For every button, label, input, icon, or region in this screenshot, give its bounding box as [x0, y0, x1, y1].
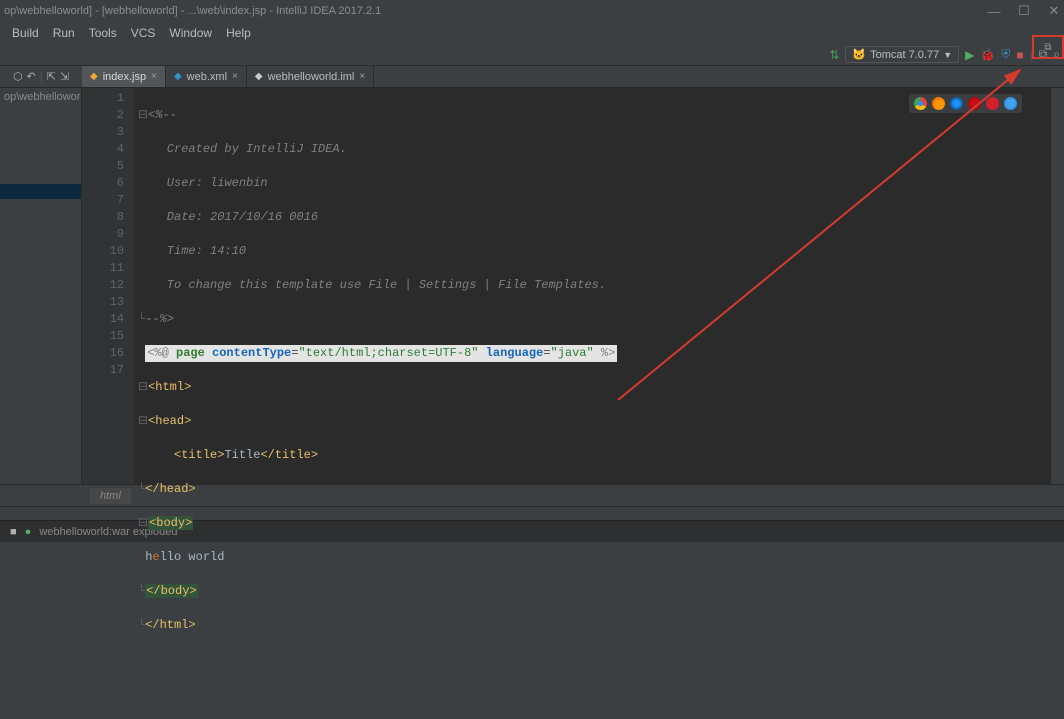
yandex-icon[interactable]: [986, 97, 999, 110]
tab-label: index.jsp: [103, 71, 146, 83]
menu-run[interactable]: Run: [47, 24, 81, 42]
chevron-down-icon: ▼: [943, 50, 952, 60]
open-in-browser-icons: [909, 94, 1022, 113]
run-action-icons: ▶ 🐞 ⛨ ■: [965, 47, 1023, 62]
close-tab-icon[interactable]: ×: [359, 71, 365, 82]
menu-vcs[interactable]: VCS: [125, 24, 162, 42]
debug-button-icon[interactable]: 🐞: [980, 48, 995, 62]
main-area: op\webhelloworld 1 2 3 4 5 6 7 8 9 10 11…: [0, 88, 1064, 484]
right-gutter[interactable]: [1050, 88, 1064, 484]
project-selected-item[interactable]: [0, 184, 81, 199]
close-tab-icon[interactable]: ×: [151, 71, 157, 82]
safari-icon[interactable]: [950, 97, 963, 110]
menu-window[interactable]: Window: [163, 24, 218, 42]
line-number-gutter: 1 2 3 4 5 6 7 8 9 10 11 12 13 14 15 16 1…: [82, 88, 134, 484]
jsp-file-icon: ◆: [90, 71, 98, 82]
tab-web-xml[interactable]: ◆ web.xml ×: [166, 66, 247, 87]
project-path-label: op\webhelloworld: [0, 90, 81, 104]
menu-tools[interactable]: Tools: [83, 24, 123, 42]
close-tab-icon[interactable]: ×: [232, 71, 238, 82]
edge-icon[interactable]: [1004, 97, 1017, 110]
firefox-icon[interactable]: [932, 97, 945, 110]
title-bar: op\webhelloworld] - [webhelloworld] - ..…: [0, 0, 1064, 22]
tab-index-jsp[interactable]: ◆ index.jsp ×: [82, 66, 166, 87]
coverage-button-icon[interactable]: ⛨: [1001, 47, 1010, 62]
editor-tabs: ⬡ ↶ | ⇱ ⇲ ◆ index.jsp × ◆ web.xml × ◆ we…: [0, 66, 1064, 88]
project-panel[interactable]: op\webhelloworld: [0, 88, 82, 484]
maximize-button[interactable]: ☐: [1018, 5, 1030, 17]
tab-iml[interactable]: ◆ webhelloworld.iml ×: [247, 66, 374, 87]
left-toolbar-icons: ⬡ ↶ | ⇱ ⇲: [0, 66, 82, 87]
close-button[interactable]: ✕: [1048, 5, 1060, 17]
run-config-label: Tomcat 7.0.77: [870, 49, 939, 61]
opera-icon[interactable]: [968, 97, 981, 110]
toolbar: ⇅ 🐱 Tomcat 7.0.77 ▼ ▶ 🐞 ⛨ ■ | ⧉ ⌕: [0, 44, 1064, 66]
minimize-button[interactable]: —: [988, 5, 1000, 17]
code-content[interactable]: ⊟<%-- Created by IntelliJ IDEA. User: li…: [134, 88, 1050, 484]
menu-build[interactable]: Build: [6, 24, 45, 42]
nav-back-icon[interactable]: ↶: [27, 70, 36, 83]
menu-bar: Build Run Tools VCS Window Help: [0, 22, 1064, 44]
code-editor[interactable]: 1 2 3 4 5 6 7 8 9 10 11 12 13 14 15 16 1…: [82, 88, 1064, 484]
xml-file-icon: ◆: [174, 71, 182, 82]
breadcrumb-item[interactable]: html: [90, 488, 131, 504]
annotation-highlight-box: ⧉: [1032, 35, 1064, 59]
window-title: op\webhelloworld] - [webhelloworld] - ..…: [4, 5, 988, 17]
run-button-icon[interactable]: ▶: [965, 48, 974, 62]
expand-icon[interactable]: ⇱: [47, 70, 56, 83]
stop-button-icon[interactable]: ■: [1016, 48, 1023, 62]
iml-file-icon: ◆: [255, 71, 263, 82]
tab-label: webhelloworld.iml: [268, 71, 355, 83]
highlighted-line: <%@ page contentType="text/html;charset=…: [145, 345, 617, 362]
update-icon[interactable]: ⇅: [829, 48, 839, 62]
chrome-icon[interactable]: [914, 97, 927, 110]
menu-help[interactable]: Help: [220, 24, 257, 42]
collapse-icon[interactable]: ⇲: [60, 70, 69, 83]
window-controls: — ☐ ✕: [988, 5, 1060, 17]
tomcat-icon: 🐱: [852, 48, 866, 61]
tab-label: web.xml: [187, 71, 227, 83]
run-config-selector[interactable]: 🐱 Tomcat 7.0.77 ▼: [845, 46, 959, 63]
compile-icon[interactable]: ⬡: [13, 70, 23, 83]
status-icon: ■: [10, 526, 17, 538]
status-icon-green: ●: [25, 526, 32, 538]
